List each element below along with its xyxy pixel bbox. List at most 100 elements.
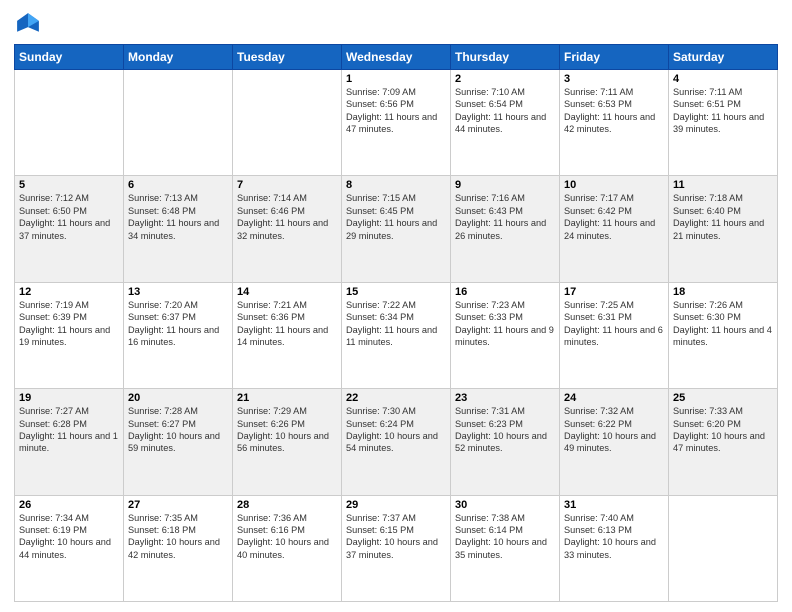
day-info: Sunrise: 7:13 AM Sunset: 6:48 PM Dayligh… [128, 192, 228, 242]
day-number: 20 [128, 392, 228, 404]
day-number: 7 [237, 179, 337, 191]
calendar-cell: 11Sunrise: 7:18 AM Sunset: 6:40 PM Dayli… [669, 176, 778, 282]
calendar-cell: 20Sunrise: 7:28 AM Sunset: 6:27 PM Dayli… [124, 389, 233, 495]
day-info: Sunrise: 7:26 AM Sunset: 6:30 PM Dayligh… [673, 299, 773, 349]
day-of-week-header: Tuesday [233, 45, 342, 70]
day-info: Sunrise: 7:20 AM Sunset: 6:37 PM Dayligh… [128, 299, 228, 349]
day-info: Sunrise: 7:12 AM Sunset: 6:50 PM Dayligh… [19, 192, 119, 242]
day-info: Sunrise: 7:31 AM Sunset: 6:23 PM Dayligh… [455, 405, 555, 455]
day-number: 11 [673, 179, 773, 191]
calendar-cell: 27Sunrise: 7:35 AM Sunset: 6:18 PM Dayli… [124, 495, 233, 601]
calendar-cell: 16Sunrise: 7:23 AM Sunset: 6:33 PM Dayli… [451, 282, 560, 388]
day-of-week-header: Thursday [451, 45, 560, 70]
day-info: Sunrise: 7:16 AM Sunset: 6:43 PM Dayligh… [455, 192, 555, 242]
day-number: 10 [564, 179, 664, 191]
calendar-cell: 8Sunrise: 7:15 AM Sunset: 6:45 PM Daylig… [342, 176, 451, 282]
day-info: Sunrise: 7:33 AM Sunset: 6:20 PM Dayligh… [673, 405, 773, 455]
day-of-week-header: Wednesday [342, 45, 451, 70]
day-number: 5 [19, 179, 119, 191]
calendar-cell: 4Sunrise: 7:11 AM Sunset: 6:51 PM Daylig… [669, 70, 778, 176]
calendar-cell: 19Sunrise: 7:27 AM Sunset: 6:28 PM Dayli… [15, 389, 124, 495]
day-number: 16 [455, 286, 555, 298]
day-number: 13 [128, 286, 228, 298]
calendar-cell [124, 70, 233, 176]
day-of-week-header: Sunday [15, 45, 124, 70]
calendar-cell: 14Sunrise: 7:21 AM Sunset: 6:36 PM Dayli… [233, 282, 342, 388]
day-info: Sunrise: 7:34 AM Sunset: 6:19 PM Dayligh… [19, 512, 119, 562]
calendar-week-row: 1Sunrise: 7:09 AM Sunset: 6:56 PM Daylig… [15, 70, 778, 176]
day-number: 27 [128, 499, 228, 511]
day-of-week-header: Monday [124, 45, 233, 70]
header [14, 10, 778, 38]
calendar-cell: 9Sunrise: 7:16 AM Sunset: 6:43 PM Daylig… [451, 176, 560, 282]
calendar-cell: 17Sunrise: 7:25 AM Sunset: 6:31 PM Dayli… [560, 282, 669, 388]
day-of-week-header: Friday [560, 45, 669, 70]
calendar-header-row: SundayMondayTuesdayWednesdayThursdayFrid… [15, 45, 778, 70]
day-info: Sunrise: 7:40 AM Sunset: 6:13 PM Dayligh… [564, 512, 664, 562]
day-info: Sunrise: 7:22 AM Sunset: 6:34 PM Dayligh… [346, 299, 446, 349]
day-number: 29 [346, 499, 446, 511]
logo [14, 10, 46, 38]
day-number: 22 [346, 392, 446, 404]
calendar-cell: 26Sunrise: 7:34 AM Sunset: 6:19 PM Dayli… [15, 495, 124, 601]
day-number: 1 [346, 73, 446, 85]
calendar-cell: 31Sunrise: 7:40 AM Sunset: 6:13 PM Dayli… [560, 495, 669, 601]
day-number: 24 [564, 392, 664, 404]
calendar-cell: 29Sunrise: 7:37 AM Sunset: 6:15 PM Dayli… [342, 495, 451, 601]
calendar-cell: 15Sunrise: 7:22 AM Sunset: 6:34 PM Dayli… [342, 282, 451, 388]
day-number: 30 [455, 499, 555, 511]
calendar-cell: 28Sunrise: 7:36 AM Sunset: 6:16 PM Dayli… [233, 495, 342, 601]
day-info: Sunrise: 7:35 AM Sunset: 6:18 PM Dayligh… [128, 512, 228, 562]
day-number: 8 [346, 179, 446, 191]
calendar-cell: 25Sunrise: 7:33 AM Sunset: 6:20 PM Dayli… [669, 389, 778, 495]
day-info: Sunrise: 7:11 AM Sunset: 6:53 PM Dayligh… [564, 86, 664, 136]
day-info: Sunrise: 7:19 AM Sunset: 6:39 PM Dayligh… [19, 299, 119, 349]
calendar-cell: 10Sunrise: 7:17 AM Sunset: 6:42 PM Dayli… [560, 176, 669, 282]
day-number: 4 [673, 73, 773, 85]
day-number: 12 [19, 286, 119, 298]
day-info: Sunrise: 7:29 AM Sunset: 6:26 PM Dayligh… [237, 405, 337, 455]
day-number: 18 [673, 286, 773, 298]
day-info: Sunrise: 7:36 AM Sunset: 6:16 PM Dayligh… [237, 512, 337, 562]
day-info: Sunrise: 7:25 AM Sunset: 6:31 PM Dayligh… [564, 299, 664, 349]
day-info: Sunrise: 7:23 AM Sunset: 6:33 PM Dayligh… [455, 299, 555, 349]
calendar-week-row: 26Sunrise: 7:34 AM Sunset: 6:19 PM Dayli… [15, 495, 778, 601]
calendar-cell: 24Sunrise: 7:32 AM Sunset: 6:22 PM Dayli… [560, 389, 669, 495]
day-info: Sunrise: 7:11 AM Sunset: 6:51 PM Dayligh… [673, 86, 773, 136]
calendar-cell: 1Sunrise: 7:09 AM Sunset: 6:56 PM Daylig… [342, 70, 451, 176]
day-info: Sunrise: 7:17 AM Sunset: 6:42 PM Dayligh… [564, 192, 664, 242]
day-number: 15 [346, 286, 446, 298]
calendar-cell: 5Sunrise: 7:12 AM Sunset: 6:50 PM Daylig… [15, 176, 124, 282]
day-info: Sunrise: 7:21 AM Sunset: 6:36 PM Dayligh… [237, 299, 337, 349]
day-info: Sunrise: 7:30 AM Sunset: 6:24 PM Dayligh… [346, 405, 446, 455]
calendar-cell [233, 70, 342, 176]
calendar-cell: 13Sunrise: 7:20 AM Sunset: 6:37 PM Dayli… [124, 282, 233, 388]
day-info: Sunrise: 7:38 AM Sunset: 6:14 PM Dayligh… [455, 512, 555, 562]
calendar-cell: 21Sunrise: 7:29 AM Sunset: 6:26 PM Dayli… [233, 389, 342, 495]
day-info: Sunrise: 7:09 AM Sunset: 6:56 PM Dayligh… [346, 86, 446, 136]
day-number: 23 [455, 392, 555, 404]
day-number: 26 [19, 499, 119, 511]
calendar-cell: 30Sunrise: 7:38 AM Sunset: 6:14 PM Dayli… [451, 495, 560, 601]
calendar-week-row: 5Sunrise: 7:12 AM Sunset: 6:50 PM Daylig… [15, 176, 778, 282]
logo-icon [14, 10, 42, 38]
day-number: 6 [128, 179, 228, 191]
calendar-cell: 6Sunrise: 7:13 AM Sunset: 6:48 PM Daylig… [124, 176, 233, 282]
day-number: 31 [564, 499, 664, 511]
day-info: Sunrise: 7:28 AM Sunset: 6:27 PM Dayligh… [128, 405, 228, 455]
calendar-cell: 7Sunrise: 7:14 AM Sunset: 6:46 PM Daylig… [233, 176, 342, 282]
day-of-week-header: Saturday [669, 45, 778, 70]
calendar: SundayMondayTuesdayWednesdayThursdayFrid… [14, 44, 778, 602]
calendar-week-row: 19Sunrise: 7:27 AM Sunset: 6:28 PM Dayli… [15, 389, 778, 495]
calendar-cell: 2Sunrise: 7:10 AM Sunset: 6:54 PM Daylig… [451, 70, 560, 176]
day-number: 2 [455, 73, 555, 85]
calendar-cell [669, 495, 778, 601]
calendar-cell [15, 70, 124, 176]
day-info: Sunrise: 7:27 AM Sunset: 6:28 PM Dayligh… [19, 405, 119, 455]
day-info: Sunrise: 7:18 AM Sunset: 6:40 PM Dayligh… [673, 192, 773, 242]
day-info: Sunrise: 7:10 AM Sunset: 6:54 PM Dayligh… [455, 86, 555, 136]
day-info: Sunrise: 7:32 AM Sunset: 6:22 PM Dayligh… [564, 405, 664, 455]
calendar-cell: 3Sunrise: 7:11 AM Sunset: 6:53 PM Daylig… [560, 70, 669, 176]
day-info: Sunrise: 7:14 AM Sunset: 6:46 PM Dayligh… [237, 192, 337, 242]
day-info: Sunrise: 7:15 AM Sunset: 6:45 PM Dayligh… [346, 192, 446, 242]
